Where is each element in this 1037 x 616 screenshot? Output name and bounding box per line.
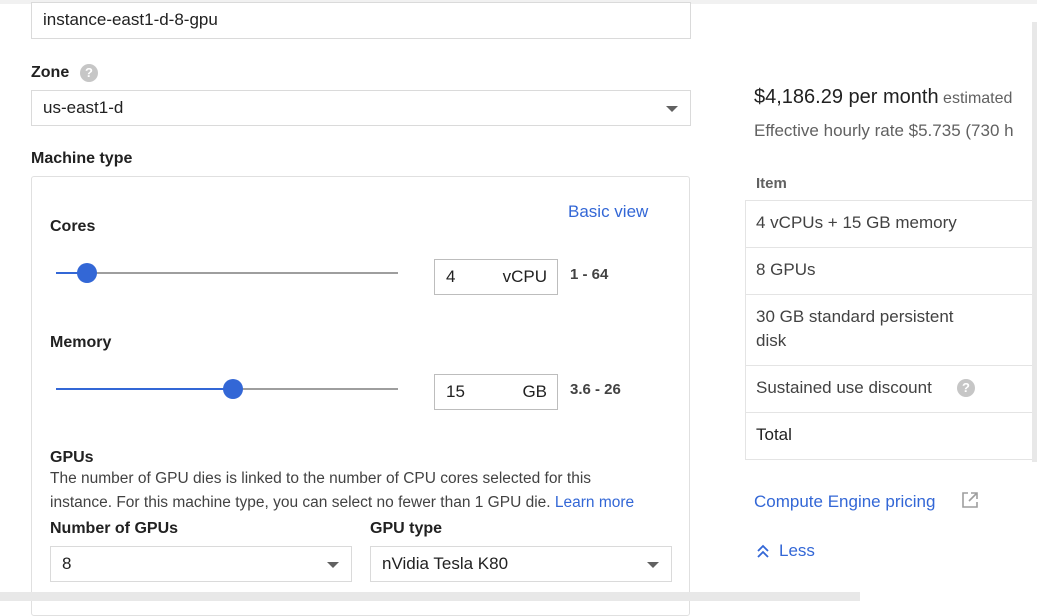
instance-name-value: instance-east1-d-8-gpu bbox=[43, 10, 218, 29]
memory-slider-track bbox=[233, 388, 398, 390]
memory-slider-fill bbox=[56, 388, 233, 390]
cores-input[interactable]: 4 vCPU bbox=[434, 259, 558, 295]
row-divider bbox=[745, 200, 1037, 201]
monthly-price: $4,186.29 per month bbox=[754, 86, 939, 108]
row-divider bbox=[745, 412, 1037, 413]
cores-label: Cores bbox=[50, 218, 96, 235]
memory-unit: GB bbox=[522, 382, 547, 401]
gpu-type-label: GPU type bbox=[370, 520, 443, 537]
pricing-row-disk-line2: disk bbox=[756, 331, 787, 350]
dropdown-caret-icon bbox=[327, 562, 339, 568]
cores-slider-thumb[interactable] bbox=[77, 263, 97, 283]
gpus-description-line2-wrap: instance. For this machine type, you can… bbox=[50, 494, 634, 512]
row-divider bbox=[745, 365, 1037, 366]
number-of-gpus-value: 8 bbox=[62, 554, 72, 573]
gpus-label: GPUs bbox=[50, 449, 94, 466]
pricing-row-disk-line1: 30 GB standard persistent bbox=[756, 307, 954, 326]
gpu-type-select[interactable]: nVidia Tesla K80 bbox=[370, 546, 672, 582]
gpus-description-line2: instance. For this machine type, you can… bbox=[50, 494, 551, 511]
horizontal-scrollbar[interactable] bbox=[0, 592, 860, 601]
row-divider bbox=[745, 294, 1037, 295]
dropdown-caret-icon bbox=[647, 562, 659, 568]
cores-slider[interactable] bbox=[56, 262, 399, 284]
instance-name-input[interactable]: instance-east1-d-8-gpu bbox=[31, 2, 691, 39]
memory-slider-thumb[interactable] bbox=[223, 379, 243, 399]
zone-select-value: us-east1-d bbox=[43, 98, 124, 117]
cores-unit: vCPU bbox=[502, 267, 547, 286]
vertical-scrollbar[interactable] bbox=[1032, 22, 1037, 462]
memory-value: 15 bbox=[446, 382, 465, 401]
pricing-table-left-border bbox=[745, 200, 746, 460]
compute-engine-pricing-link[interactable]: Compute Engine pricing bbox=[754, 492, 935, 512]
pricing-row-discount: Sustained use discount bbox=[756, 378, 932, 397]
memory-range: 3.6 - 26 bbox=[570, 381, 621, 398]
dropdown-caret-icon bbox=[666, 106, 678, 112]
row-divider bbox=[745, 459, 1037, 460]
basic-view-link[interactable]: Basic view bbox=[568, 202, 648, 222]
external-link-icon[interactable] bbox=[960, 490, 980, 510]
less-link[interactable]: Less bbox=[779, 541, 815, 561]
learn-more-link[interactable]: Learn more bbox=[555, 494, 634, 511]
cores-slider-track bbox=[87, 272, 398, 274]
zone-label: Zone bbox=[31, 64, 70, 81]
cores-range: 1 - 64 bbox=[570, 266, 609, 283]
memory-label: Memory bbox=[50, 334, 112, 351]
pricing-row-total: Total bbox=[756, 425, 792, 444]
pricing-row-vcpu: 4 vCPUs + 15 GB memory bbox=[756, 213, 957, 232]
price-line: $4,186.29 per month estimated bbox=[754, 86, 1012, 109]
zone-help-icon[interactable]: ? bbox=[80, 64, 98, 82]
pricing-row-gpus: 8 GPUs bbox=[756, 260, 816, 279]
gpu-type-value: nVidia Tesla K80 bbox=[382, 554, 509, 573]
pricing-table-header: Item bbox=[756, 175, 787, 192]
row-divider bbox=[745, 247, 1037, 248]
memory-slider[interactable] bbox=[56, 378, 399, 400]
estimated-label: estimated bbox=[943, 90, 1013, 107]
gpus-description-line1: The number of GPU dies is linked to the … bbox=[50, 470, 592, 487]
discount-help-icon[interactable]: ? bbox=[957, 379, 975, 397]
chevron-up-double-icon[interactable] bbox=[756, 543, 770, 559]
cores-value: 4 bbox=[446, 267, 456, 286]
zone-select[interactable]: us-east1-d bbox=[31, 90, 691, 126]
machine-type-label: Machine type bbox=[31, 150, 133, 167]
number-of-gpus-label: Number of GPUs bbox=[50, 520, 179, 537]
number-of-gpus-select[interactable]: 8 bbox=[50, 546, 352, 582]
memory-input[interactable]: 15 GB bbox=[434, 374, 558, 410]
hourly-rate: Effective hourly rate $5.735 (730 h bbox=[754, 121, 1014, 140]
